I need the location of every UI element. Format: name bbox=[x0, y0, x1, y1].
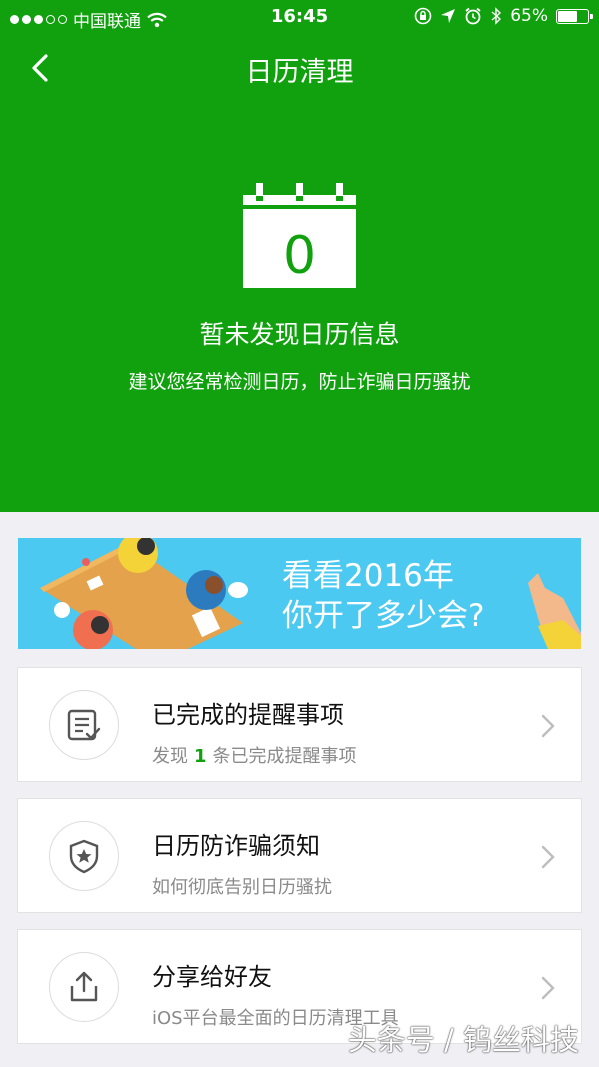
subtitle-suffix: 条已完成提醒事项 bbox=[212, 746, 357, 767]
card-subtitle: 发现 1 条已完成提醒事项 bbox=[152, 742, 357, 768]
status-right: 65% bbox=[414, 6, 593, 26]
subtitle-prefix: 发现 bbox=[152, 746, 188, 767]
completed-count: 1 bbox=[194, 746, 207, 767]
battery-percent: 65% bbox=[510, 6, 548, 26]
status-bar: 中国联通 16:45 65% bbox=[0, 0, 599, 36]
banner-text: 看看2016年 你开了多少会? bbox=[282, 556, 484, 636]
shield-star-icon bbox=[69, 839, 99, 874]
annual-meeting-banner[interactable]: 看看2016年 你开了多少会? bbox=[18, 538, 581, 649]
anti-fraud-guide-card[interactable]: 日历防诈骗须知 如何彻底告别日历骚扰 bbox=[17, 798, 582, 913]
empty-state-subtitle: 建议您经常检测日历，防止诈骗日历骚扰 bbox=[128, 371, 471, 393]
card-title: 分享给好友 bbox=[152, 963, 272, 991]
chevron-right-icon bbox=[541, 976, 555, 1000]
completed-reminders-card[interactable]: 已完成的提醒事项 发现 1 条已完成提醒事项 bbox=[17, 667, 582, 782]
page-title: 日历清理 bbox=[245, 57, 354, 88]
banner-line-1: 看看2016年 bbox=[282, 558, 454, 594]
share-icon bbox=[70, 971, 98, 1002]
chevron-right-icon bbox=[541, 845, 555, 869]
card-icon-wrap bbox=[49, 952, 119, 1022]
orientation-lock-icon bbox=[414, 7, 432, 25]
card-subtitle: 如何彻底告别日历骚扰 bbox=[152, 877, 332, 898]
card-icon-wrap bbox=[49, 821, 119, 891]
chevron-right-icon bbox=[541, 714, 555, 738]
card-icon-wrap bbox=[49, 690, 119, 760]
card-title: 日历防诈骗须知 bbox=[152, 832, 320, 860]
checklist-icon bbox=[67, 709, 101, 741]
watermark: 头条号 / 钨丝科技 bbox=[347, 1023, 579, 1057]
empty-state-title: 暂未发现日历信息 bbox=[199, 320, 400, 349]
banner-line-2: 你开了多少会? bbox=[282, 598, 485, 634]
bluetooth-icon bbox=[491, 7, 502, 25]
calendar-count: 0 bbox=[283, 226, 316, 286]
location-icon bbox=[441, 9, 456, 23]
battery-icon bbox=[556, 8, 593, 24]
alarm-icon bbox=[465, 7, 481, 25]
header-panel: 中国联通 16:45 65% 日历清理 0 暂未发现日历信息 建议您经常检测日历… bbox=[0, 0, 599, 512]
calendar-icon: 0 bbox=[243, 183, 356, 288]
card-title: 已完成的提醒事项 bbox=[152, 701, 344, 729]
